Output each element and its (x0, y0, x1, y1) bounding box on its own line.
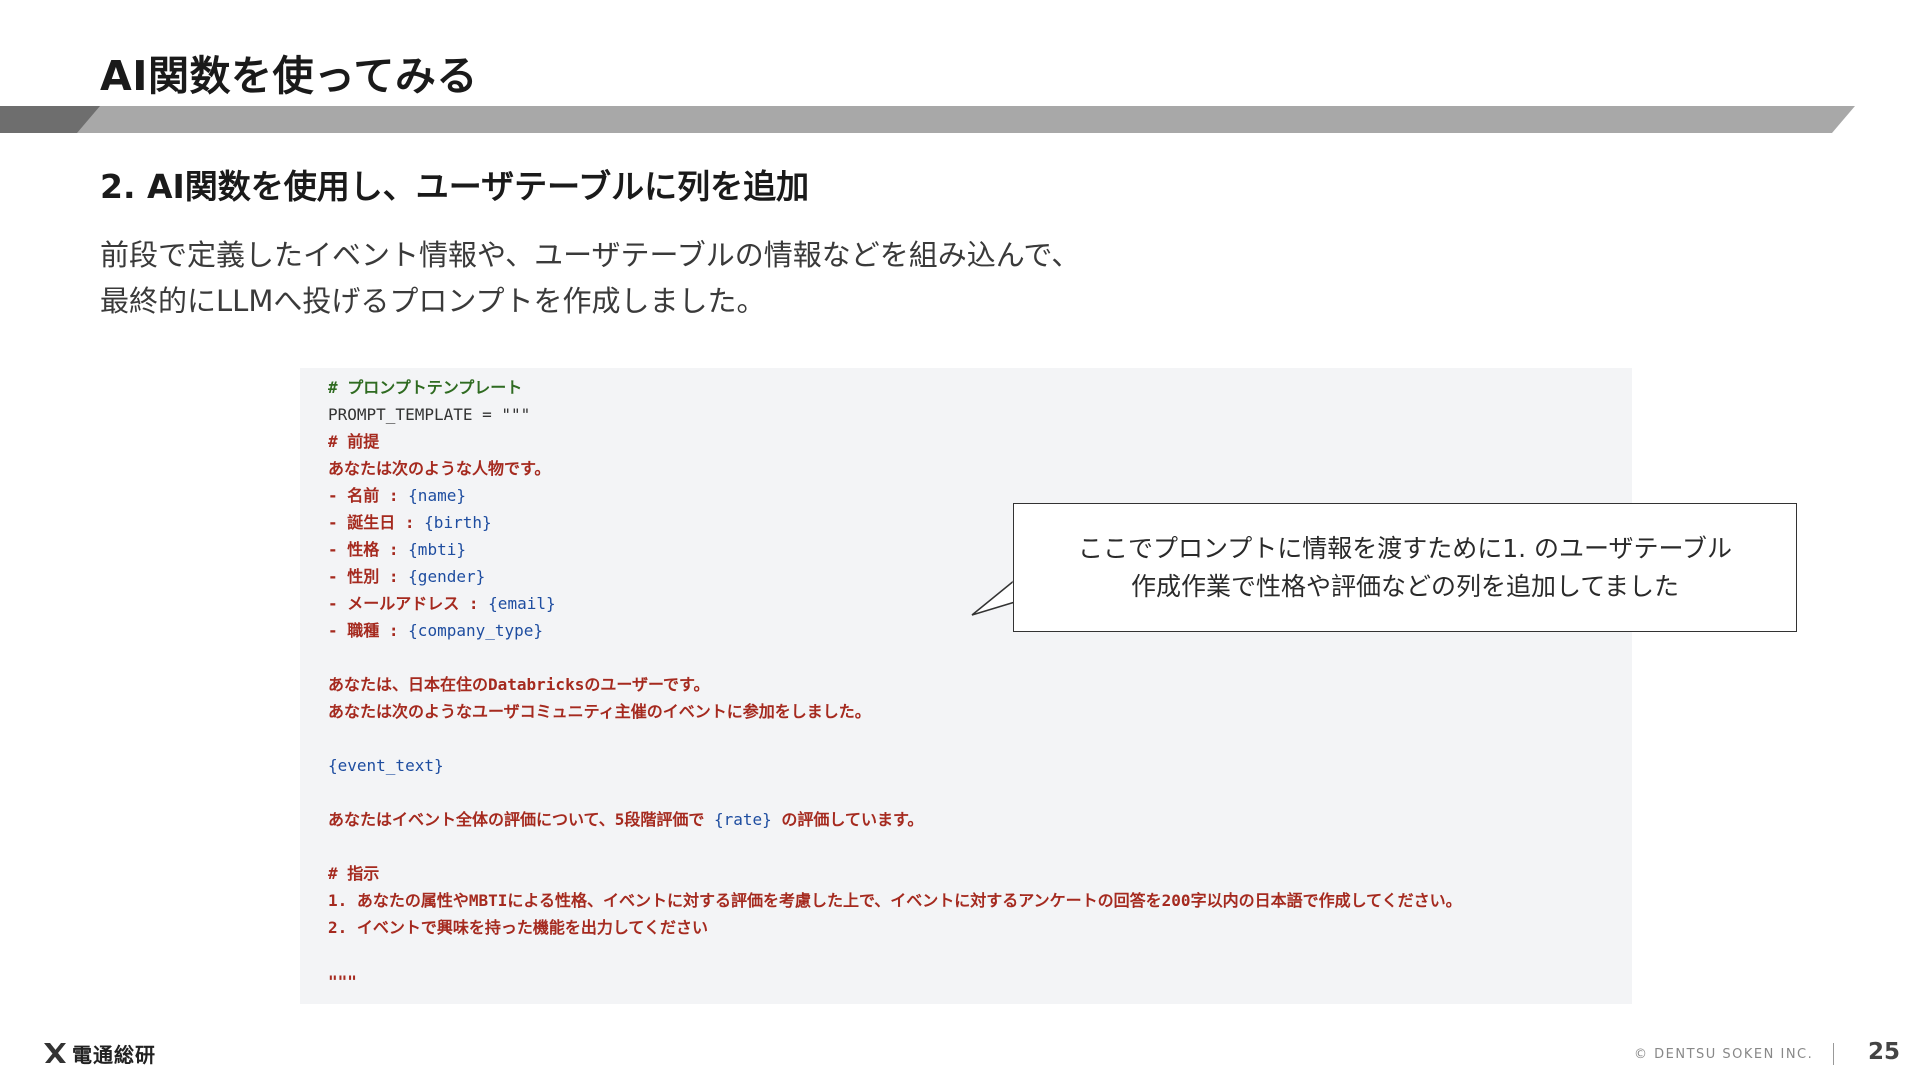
code-line: # 指示 (328, 860, 1462, 887)
footer-divider (1833, 1043, 1834, 1065)
prompt-template-code: # プロンプトテンプレート PROMPT_TEMPLATE = """ # 前提あな… (328, 374, 1462, 995)
code-text: - 名前 : (328, 486, 409, 505)
code-text: あなたはイベント全体の評価について、5段階評価で (328, 810, 714, 829)
page-number: 25 (1868, 1039, 1901, 1065)
code-text: """ (328, 972, 357, 991)
callout-line: 作成作業で性格や評価などの列を追加してました (1130, 571, 1679, 601)
description-line: 最終的にLLMへ投げるプロンプトを作成しました。 (100, 284, 766, 318)
code-variable: {rate} (714, 810, 772, 829)
code-line: 2. イベントで興味を持った機能を出力してください (328, 914, 1462, 941)
code-comment: # プロンプトテンプレート (328, 378, 523, 397)
description: 前段で定義したイベント情報や、ユーザテーブルの情報などを組み込んで、 最終的にL… (100, 232, 1080, 324)
code-text: PROMPT_TEMPLATE = """ (328, 405, 531, 424)
logo-x-icon (44, 1043, 66, 1063)
code-screenshot: # プロンプトテンプレート PROMPT_TEMPLATE = """ # 前提あな… (300, 368, 1632, 1004)
section-heading: 2. AI関数を使用し、ユーザテーブルに列を追加 (100, 167, 810, 206)
code-line: あなたはイベント全体の評価について、5段階評価で {rate} の評価しています… (328, 806, 1462, 833)
code-variable: {company_type} (408, 621, 544, 640)
code-text: - 性別 : (328, 567, 409, 586)
code-variable: {event_text} (328, 756, 444, 775)
code-text: - メールアドレス : (328, 594, 489, 613)
code-text: - 性格 : (328, 540, 409, 559)
code-text: - 誕生日 : (328, 513, 425, 532)
code-text: の評価しています。 (771, 810, 924, 829)
code-text: あなたは次のような人物です。 (328, 459, 551, 478)
code-variable: {gender} (408, 567, 486, 586)
code-text: # 指示 (328, 864, 380, 883)
code-line: """ (328, 968, 1462, 995)
code-line: あなたは、日本在住のDatabricksのユーザーです。 (328, 671, 1462, 698)
code-variable: {birth} (424, 513, 492, 532)
title-bar-divider (0, 106, 1855, 133)
code-text: 2. イベントで興味を持った機能を出力してください (328, 918, 708, 937)
callout-line: ここでプロンプトに情報を渡すために1. のユーザテーブル (1077, 533, 1733, 563)
slide-title: AI関数を使ってみる (100, 52, 478, 100)
title-bar-light (0, 106, 1855, 133)
code-variable: {mbti} (408, 540, 466, 559)
code-line: PROMPT_TEMPLATE = """ (328, 401, 1462, 428)
logo-text: 電通総研 (72, 1042, 156, 1067)
code-line: # プロンプトテンプレート (328, 374, 1462, 401)
code-variable: {email} (488, 594, 556, 613)
code-line: あなたは次のような人物です。 (328, 455, 1462, 482)
code-text: 1. あなたの属性やMBTIによる性格、イベントに対する評価を考慮した上で、イベ… (328, 891, 1462, 910)
code-text: # 前提 (328, 432, 380, 451)
copyright: © DENTSU SOKEN INC. (1634, 1047, 1814, 1062)
code-text: あなたは次のようなユーザコミュニティ主催のイベントに参加をしました。 (328, 702, 871, 721)
code-text: あなたは、日本在住のDatabricksのユーザーです。 (328, 675, 710, 694)
company-logo: 電通総研 (42, 1038, 156, 1068)
code-line: あなたは次のようなユーザコミュニティ主催のイベントに参加をしました。 (328, 698, 1462, 725)
callout-note: ここでプロンプトに情報を渡すために1. のユーザテーブル 作成作業で性格や評価な… (1013, 503, 1797, 632)
code-text: - 職種 : (328, 621, 409, 640)
code-line: 1. あなたの属性やMBTIによる性格、イベントに対する評価を考慮した上で、イベ… (328, 887, 1462, 914)
description-line: 前段で定義したイベント情報や、ユーザテーブルの情報などを組み込んで、 (100, 238, 1081, 272)
code-line: # 前提 (328, 428, 1462, 455)
code-variable: {name} (408, 486, 466, 505)
code-line: {event_text} (328, 752, 1462, 779)
